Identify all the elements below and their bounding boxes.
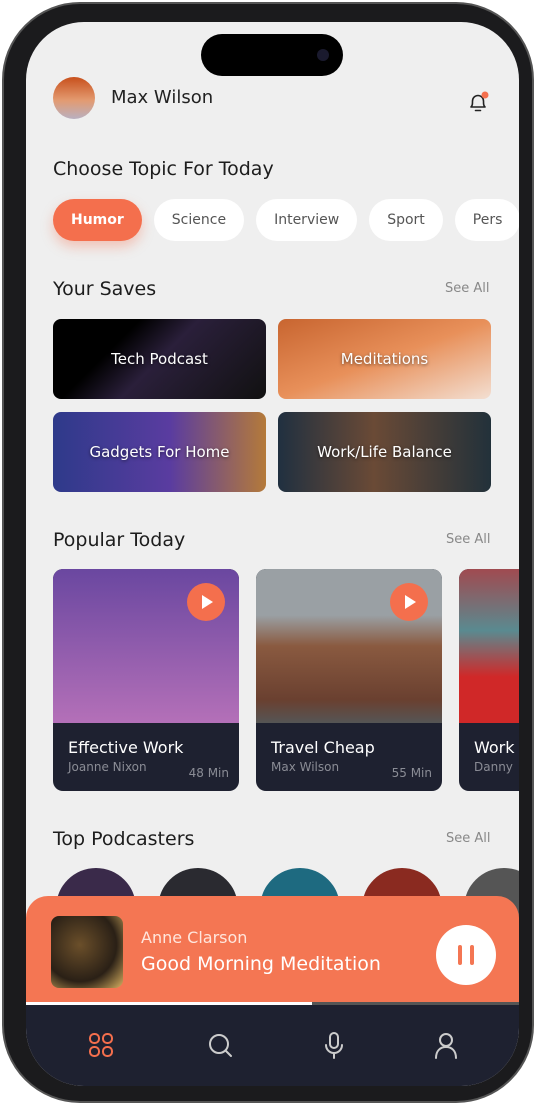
avatar[interactable] [53, 77, 95, 119]
card-author: Joanne Nixon [68, 760, 147, 774]
saves-see-all[interactable]: See All [445, 281, 490, 296]
play-icon[interactable] [390, 583, 428, 621]
topic-chip-science[interactable]: Science [153, 199, 245, 241]
player-artist: Anne Clarson [141, 928, 248, 947]
card-image [459, 569, 519, 723]
track-thumbnail [51, 916, 123, 988]
microphone-icon[interactable] [320, 1031, 348, 1059]
card-author: Max Wilson [271, 760, 340, 774]
card-duration: 48 Min [188, 766, 229, 780]
topics-title: Choose Topic For Today [53, 158, 274, 180]
phone-frame: Max Wilson Choose Topic For Today Humor … [2, 2, 534, 1103]
save-tech-podcast[interactable]: Tech Podcast [53, 319, 266, 399]
profile-icon[interactable] [432, 1031, 460, 1059]
topic-chip-sport[interactable]: Sport [369, 199, 443, 241]
topic-chip-partial[interactable]: Pers [454, 199, 519, 241]
pause-icon [458, 945, 462, 965]
card-title: Effective Work [68, 738, 184, 757]
popular-card[interactable]: Effective Work Joanne Nixon 48 Min [53, 569, 239, 791]
popular-title: Popular Today [53, 529, 186, 551]
bell-icon[interactable] [464, 88, 492, 116]
card-title: Work [474, 738, 515, 757]
player-track: Good Morning Meditation [141, 953, 381, 975]
home-grid-icon[interactable] [87, 1031, 115, 1059]
search-icon[interactable] [206, 1031, 234, 1059]
save-meditations[interactable]: Meditations [278, 319, 491, 399]
camera-icon [317, 49, 329, 61]
popular-see-all[interactable]: See All [446, 532, 491, 547]
dynamic-island [201, 34, 343, 76]
bottom-nav [26, 1005, 519, 1086]
card-title: Travel Cheap [271, 738, 375, 757]
podcasters-see-all[interactable]: See All [446, 831, 491, 846]
saves-title: Your Saves [53, 278, 157, 300]
pause-button[interactable] [436, 925, 496, 985]
mini-player[interactable]: Anne Clarson Good Morning Meditation [26, 896, 519, 1004]
card-duration: 55 Min [391, 766, 432, 780]
save-gadgets[interactable]: Gadgets For Home [53, 412, 266, 492]
topic-chips: Humor Science Interview Sport Pers [53, 199, 519, 241]
user-name: Max Wilson [111, 87, 214, 108]
topic-chip-humor[interactable]: Humor [53, 199, 142, 241]
pause-icon [470, 945, 474, 965]
popular-card[interactable]: Travel Cheap Max Wilson 55 Min [256, 569, 442, 791]
save-work-life[interactable]: Work/Life Balance [278, 412, 491, 492]
popular-card[interactable]: Work Danny [459, 569, 519, 791]
card-author: Danny [474, 760, 513, 774]
app-screen: Max Wilson Choose Topic For Today Humor … [26, 22, 519, 1086]
podcasters-title: Top Podcasters [53, 828, 195, 850]
topic-chip-interview[interactable]: Interview [256, 199, 358, 241]
play-icon[interactable] [187, 583, 225, 621]
